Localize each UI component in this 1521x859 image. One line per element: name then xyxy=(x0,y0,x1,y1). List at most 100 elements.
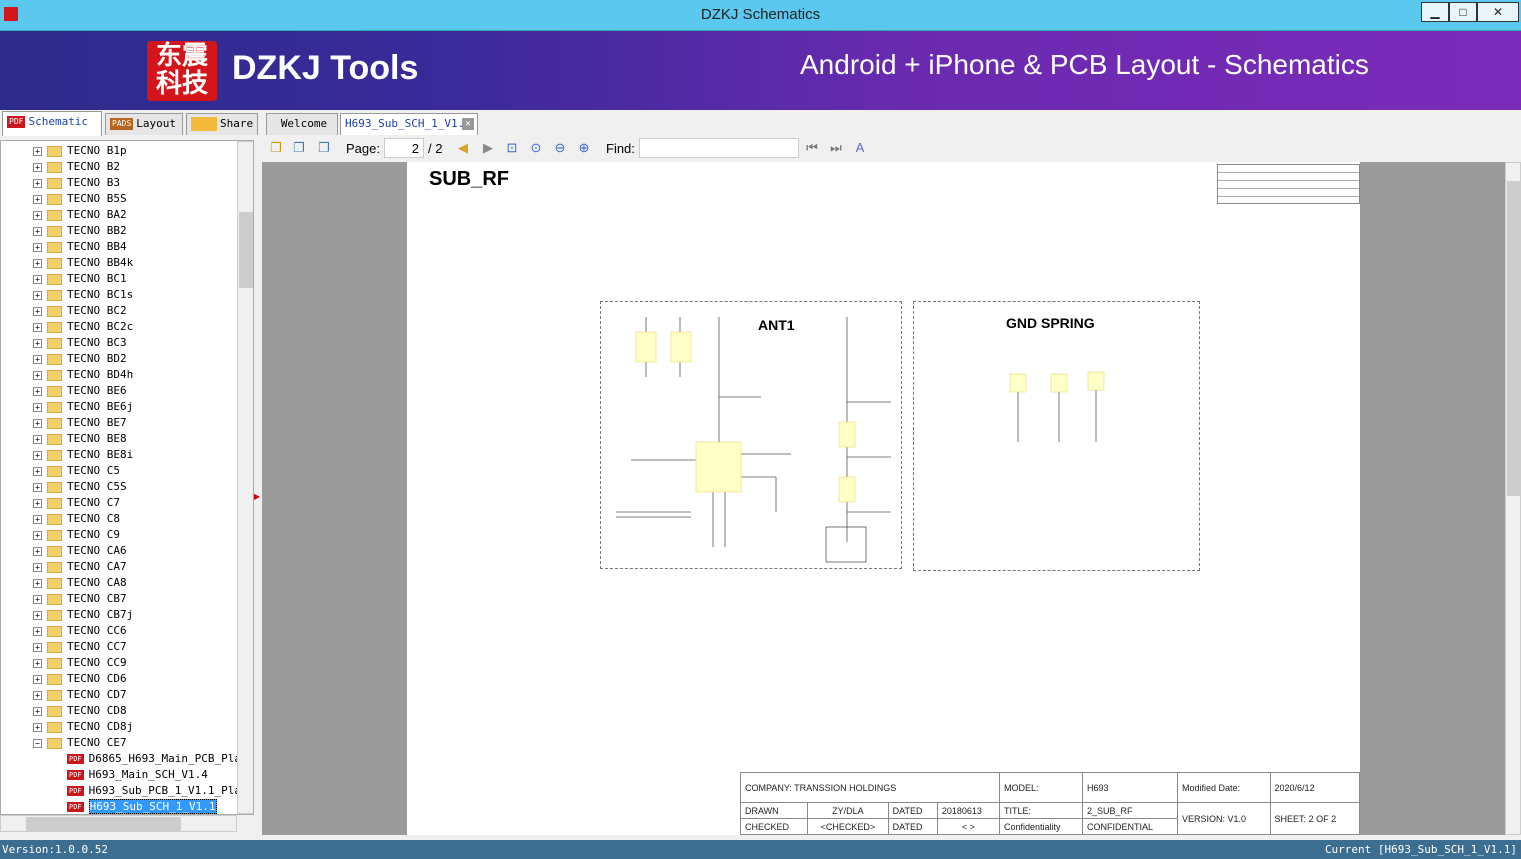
scroll-thumb[interactable] xyxy=(1507,181,1520,496)
expand-icon[interactable]: + xyxy=(33,178,42,188)
find-previous-icon[interactable]: ⏮ xyxy=(804,140,820,156)
tree-folder[interactable]: + TECNO BE8i xyxy=(33,447,133,463)
tab-document[interactable]: H693_Sub_SCH_1_V1.1 ✕ xyxy=(340,113,478,135)
tree-folder[interactable]: + TECNO BB4k xyxy=(33,255,133,271)
tree-folder[interactable]: + TECNO CD6 xyxy=(33,671,127,687)
expand-icon[interactable]: + xyxy=(33,450,42,460)
tree-folder[interactable]: + TECNO C5S xyxy=(33,479,127,495)
previous-page-icon[interactable]: ◀ xyxy=(455,140,471,156)
tree-folder[interactable]: + TECNO B5S xyxy=(33,191,127,207)
expand-icon[interactable]: + xyxy=(33,658,42,668)
tree-folder[interactable]: + TECNO BB2 xyxy=(33,223,127,239)
tree-folder[interactable]: + TECNO CC9 xyxy=(33,655,127,671)
expand-icon[interactable]: + xyxy=(33,722,42,732)
tree-folder[interactable]: + TECNO BC2 xyxy=(33,303,127,319)
expand-icon[interactable]: + xyxy=(33,290,42,300)
tree-folder[interactable]: + TECNO BC2c xyxy=(33,319,133,335)
tree-folder[interactable]: + TECNO C9 xyxy=(33,527,120,543)
fit-width-icon[interactable]: ⊡ xyxy=(504,140,520,156)
tree-folder[interactable]: + TECNO BE8 xyxy=(33,431,127,447)
tab-share[interactable]: Share xyxy=(186,113,258,135)
expand-icon[interactable]: + xyxy=(33,226,42,236)
close-tab-icon[interactable]: ✕ xyxy=(462,118,474,130)
next-page-doc-icon[interactable]: ❐ xyxy=(316,140,332,156)
tab-welcome[interactable]: Welcome xyxy=(266,113,338,135)
zoom-out-icon[interactable]: ⊖ xyxy=(552,140,568,156)
tree-folder[interactable]: + TECNO BC1s xyxy=(33,287,133,303)
tree-folder[interactable]: + TECNO CA8 xyxy=(33,575,127,591)
expand-icon[interactable]: + xyxy=(33,354,42,364)
tab-schematic[interactable]: PDF Schematic xyxy=(2,111,102,136)
collapse-icon[interactable]: − xyxy=(33,738,42,748)
fit-page-icon[interactable]: ⊙ xyxy=(528,140,544,156)
expand-icon[interactable]: + xyxy=(33,434,42,444)
maximize-button[interactable]: □ xyxy=(1449,2,1477,22)
tree-file[interactable]: PDF D6865_H693_Main_PCB_Place xyxy=(67,751,253,767)
collapse-panel-icon[interactable]: ▶ xyxy=(254,492,260,501)
expand-icon[interactable]: + xyxy=(33,546,42,556)
expand-icon[interactable]: + xyxy=(33,482,42,492)
expand-icon[interactable]: + xyxy=(33,210,42,220)
tree-folder[interactable]: + TECNO CB7j xyxy=(33,607,133,623)
tree-folder[interactable]: + TECNO B3 xyxy=(33,175,120,191)
find-next-icon[interactable]: ⏭ xyxy=(828,140,844,156)
viewer-vertical-scrollbar[interactable] xyxy=(1505,162,1521,835)
expand-icon[interactable]: + xyxy=(33,562,42,572)
expand-icon[interactable]: + xyxy=(33,338,42,348)
close-button[interactable]: ✕ xyxy=(1477,2,1519,22)
scroll-thumb[interactable] xyxy=(239,212,253,288)
expand-icon[interactable]: + xyxy=(33,370,42,380)
expand-icon[interactable]: + xyxy=(33,674,42,684)
tree-folder[interactable]: + TECNO BA2 xyxy=(33,207,127,223)
tree-folder[interactable]: + TECNO BC1 xyxy=(33,271,127,287)
tree-folder[interactable]: + TECNO CD7 xyxy=(33,687,127,703)
tree-folder[interactable]: + TECNO BE6j xyxy=(33,399,133,415)
expand-icon[interactable]: + xyxy=(33,162,42,172)
expand-icon[interactable]: + xyxy=(33,418,42,428)
expand-icon[interactable]: + xyxy=(33,706,42,716)
tree-folder[interactable]: + TECNO C5 xyxy=(33,463,120,479)
tree-folder-expanded[interactable]: − TECNO CE7 xyxy=(33,735,127,751)
tree-horizontal-scrollbar[interactable] xyxy=(0,815,237,832)
expand-icon[interactable]: + xyxy=(33,498,42,508)
tree-folder[interactable]: + TECNO B2 xyxy=(33,159,120,175)
tree-folder[interactable]: + TECNO BE7 xyxy=(33,415,127,431)
tree-folder[interactable]: + TECNO BB4 xyxy=(33,239,127,255)
expand-icon[interactable]: + xyxy=(33,642,42,652)
expand-icon[interactable]: + xyxy=(33,322,42,332)
tree-folder[interactable]: + TECNO C8 xyxy=(33,511,120,527)
tree-folder[interactable]: + TECNO CD8j xyxy=(33,719,133,735)
expand-icon[interactable]: + xyxy=(33,530,42,540)
expand-icon[interactable]: + xyxy=(33,146,42,156)
expand-icon[interactable]: + xyxy=(33,402,42,412)
tree-folder[interactable]: + TECNO CA6 xyxy=(33,543,127,559)
zoom-in-icon[interactable]: ⊕ xyxy=(576,140,592,156)
expand-icon[interactable]: + xyxy=(33,594,42,604)
expand-icon[interactable]: + xyxy=(33,274,42,284)
tree-folder[interactable]: + TECNO CB7 xyxy=(33,591,127,607)
expand-icon[interactable]: + xyxy=(33,610,42,620)
tree-folder[interactable]: + TECNO C7 xyxy=(33,495,120,511)
tree-folder[interactable]: + TECNO BC3 xyxy=(33,335,127,351)
tree-vertical-scrollbar[interactable] xyxy=(237,141,253,814)
tree-folder[interactable]: + TECNO BD4h xyxy=(33,367,133,383)
scroll-thumb[interactable] xyxy=(26,817,181,831)
expand-icon[interactable]: + xyxy=(33,258,42,268)
tree-folder[interactable]: + TECNO CA7 xyxy=(33,559,127,575)
expand-icon[interactable]: + xyxy=(33,242,42,252)
expand-icon[interactable]: + xyxy=(33,306,42,316)
next-page-icon[interactable]: ▶ xyxy=(480,140,496,156)
tab-layout[interactable]: PADS Layout xyxy=(105,113,183,135)
copy-icon[interactable]: ❐ xyxy=(268,140,284,156)
page-input[interactable] xyxy=(384,138,424,158)
tree-folder[interactable]: + TECNO CC7 xyxy=(33,639,127,655)
expand-icon[interactable]: + xyxy=(33,626,42,636)
expand-icon[interactable]: + xyxy=(33,514,42,524)
expand-icon[interactable]: + xyxy=(33,194,42,204)
tree-file[interactable]: PDF H693_Sub_SCH_1_V1.1 xyxy=(67,799,217,814)
tree-folder[interactable]: + TECNO CD8 xyxy=(33,703,127,719)
find-input[interactable] xyxy=(639,138,799,158)
tree-folder[interactable]: + TECNO CC6 xyxy=(33,623,127,639)
expand-icon[interactable]: + xyxy=(33,690,42,700)
expand-icon[interactable]: + xyxy=(33,386,42,396)
